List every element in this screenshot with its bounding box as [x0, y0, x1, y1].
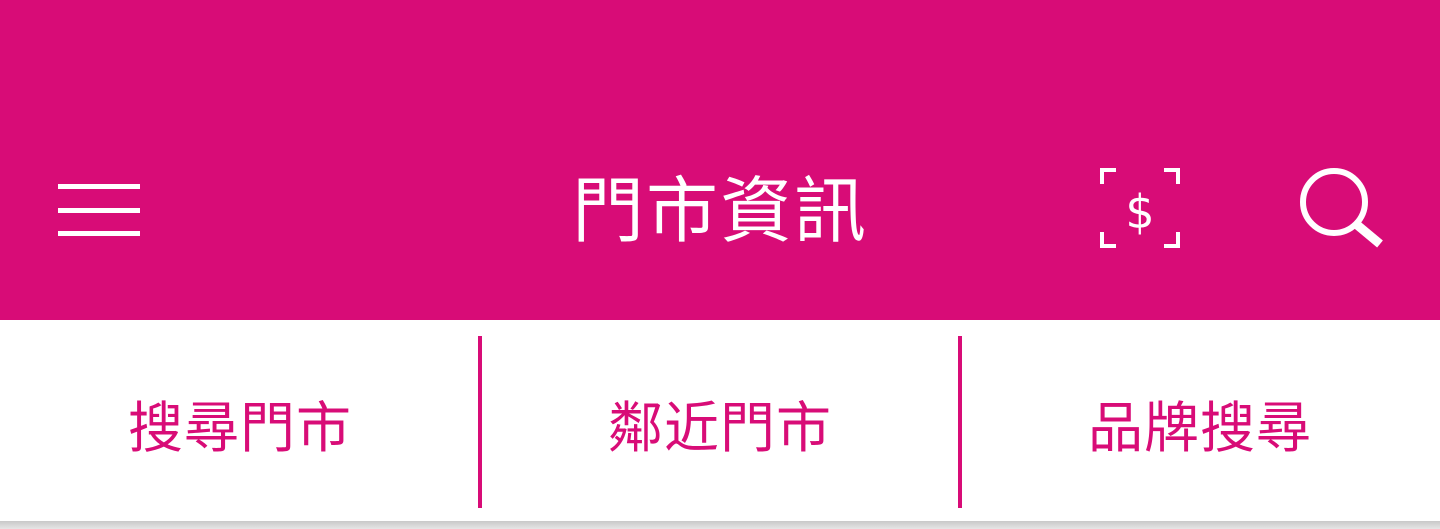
scan-pay-icon: $: [1100, 168, 1180, 248]
app-header: 門市資訊 $: [0, 0, 1440, 320]
tab-nearby-store[interactable]: 鄰近門市: [480, 320, 960, 523]
store-tab-bar: 搜尋門市 鄰近門市 品牌搜尋: [0, 320, 1440, 523]
page-title: 門市資訊: [571, 169, 868, 253]
tab-search-store[interactable]: 搜尋門市: [0, 320, 480, 523]
scan-pay-button[interactable]: $: [1088, 160, 1192, 260]
scan-dollar-symbol: $: [1125, 185, 1154, 239]
tab-brand-search[interactable]: 品牌搜尋: [960, 320, 1440, 523]
hamburger-menu-icon: [58, 184, 140, 236]
tab-label: 鄰近門市: [607, 395, 832, 460]
search-button[interactable]: [1290, 160, 1394, 260]
search-icon: [1300, 168, 1383, 248]
tab-label: 品牌搜尋: [1087, 395, 1312, 460]
store-info-screen: 門市資訊 $ 搜尋門市 鄰近門市 品牌搜尋: [0, 0, 1440, 529]
tab-bar-shadow: [0, 521, 1440, 529]
menu-button[interactable]: [50, 170, 150, 250]
tab-label: 搜尋門市: [127, 395, 352, 460]
